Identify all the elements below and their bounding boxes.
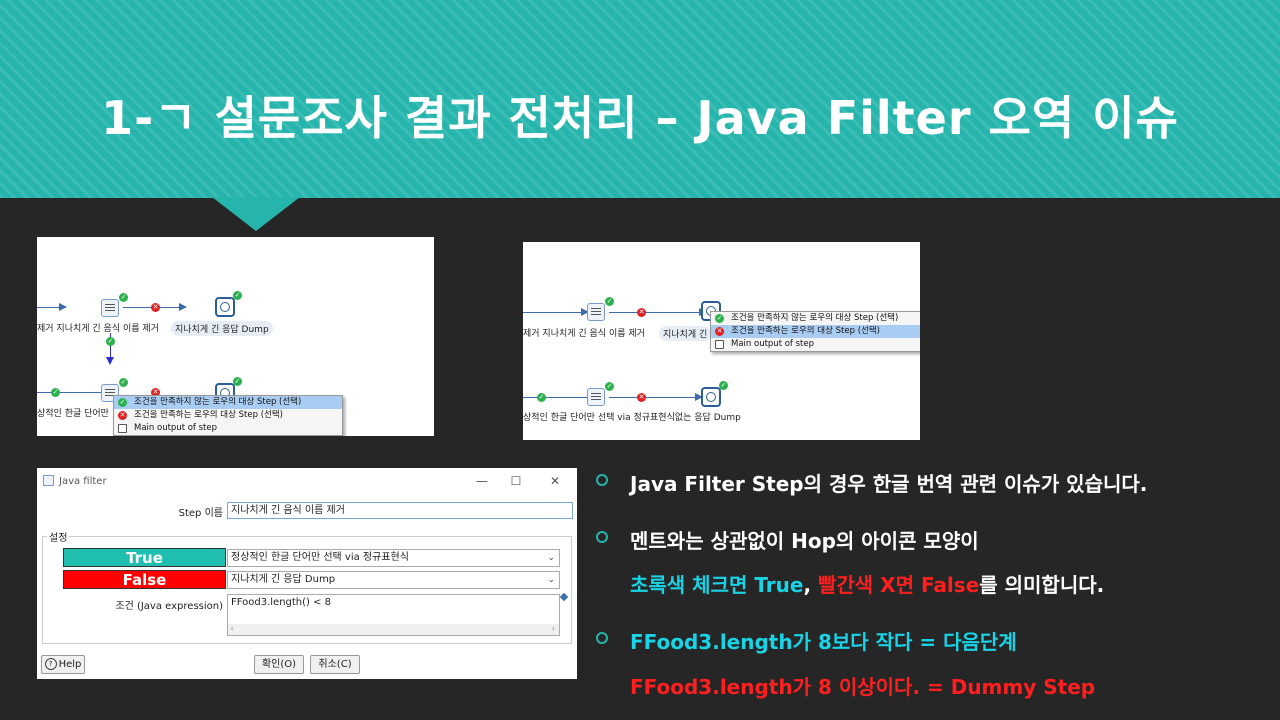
meaning-suffix-text: 를 의미합니다.	[979, 573, 1105, 597]
hop-arrow	[59, 303, 67, 311]
hop-line	[523, 397, 587, 398]
java-filter-dialog: Java filter — ☐ ✕ Step 이름 지나치게 긴 음식 이름 제…	[37, 468, 577, 679]
error-icon: ✕	[715, 327, 724, 336]
chevron-down-icon: ⌄	[547, 553, 555, 563]
menu-item-satisfy[interactable]: ✕ 조건을 만족하는 로우의 대상 Step (선택)	[114, 409, 342, 422]
true-hop-check-icon[interactable]: ✓	[106, 337, 115, 346]
hop-line	[523, 312, 587, 313]
hop-context-menu: ✓ 조건을 만족하지 않는 로우의 대상 Step (선택) ✕ 조건을 만족하…	[710, 311, 920, 352]
step-label: 제거 지나치게 긴 음식 이름 제거	[37, 324, 159, 334]
hop-line	[609, 312, 705, 313]
menu-item-label: Main output of step	[134, 423, 218, 433]
true-tag: True	[63, 548, 226, 567]
menu-item-not-satisfy[interactable]: ✓ 조건을 만족하지 않는 로우의 대상 Step (선택)	[711, 312, 920, 325]
screenshot-false-menu: ✓ ✕ 제거 지나치게 긴 음식 이름 제거 지나치게 긴 ✓ ✓ ✕ ✓ 상적…	[523, 242, 920, 440]
menu-item-main-output[interactable]: Main output of step	[711, 338, 920, 351]
minimize-icon[interactable]: —	[471, 472, 493, 490]
true-target-value: 정상적인 한글 단어만 선택 via 정규표현식	[231, 552, 409, 563]
true-meaning-text: 초록색 체크면 True	[630, 573, 804, 597]
bullet-2-line-1: 멘트와는 상관없이 Hop의 아이콘 모양이	[630, 529, 979, 553]
step-label: 지나치게 긴 응답 Dump	[171, 321, 273, 336]
java-filter-step-icon[interactable]	[101, 299, 119, 317]
help-icon: ?	[44, 658, 57, 670]
condition-label: 조건 (Java expression)	[115, 601, 223, 612]
step-label: 상적인 한글 단어만 선택 via 정규표현식없는 응답 Dump	[523, 413, 741, 423]
maximize-icon[interactable]: ☐	[505, 472, 527, 490]
dialog-title: Java filter	[59, 476, 107, 487]
output-icon	[715, 340, 724, 349]
help-button-label: Help	[58, 659, 82, 670]
chevron-down-icon: ⌄	[547, 575, 555, 585]
step-name-label: Step 이름	[178, 508, 223, 519]
hop-arrow	[106, 357, 114, 365]
menu-item-label: 조건을 만족하지 않는 로우의 대상 Step (선택)	[731, 313, 899, 323]
menu-item-label: 조건을 만족하는 로우의 대상 Step (선택)	[134, 410, 283, 420]
banner-pointer	[212, 197, 300, 231]
step-label: 지나치게 긴	[659, 326, 712, 341]
dump-step-icon[interactable]	[215, 297, 235, 317]
output-icon	[118, 424, 127, 433]
ok-badge-icon: ✓	[233, 377, 242, 386]
java-filter-icon	[43, 475, 54, 486]
false-meaning-text: 빨간색 X면 False	[818, 573, 980, 597]
false-target-value: 지나치게 긴 응답 Dump	[231, 574, 336, 585]
ok-button[interactable]: 확인(O)	[254, 655, 304, 674]
false-tag: False	[63, 570, 226, 589]
close-icon[interactable]: ✕	[544, 472, 566, 490]
settings-group-label: 설정	[47, 529, 70, 544]
menu-item-main-output[interactable]: Main output of step	[114, 422, 342, 435]
dump-step-icon[interactable]	[701, 387, 721, 407]
true-target-select[interactable]: 정상적인 한글 단어만 선택 via 정규표현식 ⌄	[227, 549, 560, 567]
hop-line	[37, 392, 101, 393]
bullet-1: Java Filter Step의 경우 한글 번역 관련 이슈가 있습니다.	[630, 472, 1148, 496]
step-label: 제거 지나치게 긴 음식 이름 제거	[523, 329, 645, 339]
step-label: 상적인 한글 단어만	[37, 409, 109, 419]
ok-badge-icon: ✓	[719, 381, 728, 390]
menu-item-not-satisfy[interactable]: ✓ 조건을 만족하지 않는 로우의 대상 Step (선택)	[114, 396, 342, 409]
help-button[interactable]: ? Help	[41, 655, 85, 674]
horizontal-scrollbar[interactable]: ‹ ›	[228, 624, 559, 635]
ok-badge-icon: ✓	[605, 297, 614, 306]
check-icon: ✓	[118, 398, 127, 407]
menu-item-label: 조건을 만족하는 로우의 대상 Step (선택)	[731, 326, 880, 336]
separator-text: ,	[803, 573, 818, 597]
ok-badge-icon: ✓	[605, 382, 614, 391]
false-hop-x-icon[interactable]: ✕	[637, 393, 646, 402]
hop-arrow	[179, 303, 187, 311]
step-name-input[interactable]: 지나치게 긴 음식 이름 제거	[227, 502, 573, 519]
condition-textarea[interactable]: FFood3.length() < 8 ‹ ›	[227, 594, 560, 636]
cancel-button[interactable]: 취소(C)	[310, 655, 360, 674]
ok-badge-icon: ✓	[537, 393, 546, 402]
bullet-circle-icon	[596, 531, 608, 543]
java-filter-step-icon[interactable]	[587, 388, 605, 406]
bullet-circle-icon	[596, 474, 608, 486]
menu-item-label: 조건을 만족하지 않는 로우의 대상 Step (선택)	[134, 397, 302, 407]
menu-item-label: Main output of step	[731, 339, 815, 349]
screenshot-true-menu: ✓ ✕ ✓ 제거 지나치게 긴 음식 이름 제거 지나치게 긴 응답 Dump …	[37, 237, 434, 436]
java-filter-step-icon[interactable]	[587, 303, 605, 321]
check-icon: ✓	[715, 314, 724, 323]
slide-title: 1-ㄱ 설문조사 결과 전처리 – Java Filter 오역 이슈	[101, 91, 1179, 145]
condition-value: FFood3.length() < 8	[231, 597, 332, 608]
ok-badge-icon: ✓	[119, 293, 128, 302]
false-hop-x-icon[interactable]: ✕	[637, 308, 646, 317]
hop-context-menu: ✓ 조건을 만족하지 않는 로우의 대상 Step (선택) ✕ 조건을 만족하…	[113, 395, 343, 436]
bullet-circle-icon	[596, 632, 608, 644]
hop-line	[609, 397, 701, 398]
error-icon: ✕	[118, 411, 127, 420]
ok-badge-icon: ✓	[119, 378, 128, 387]
ok-badge-icon: ✓	[51, 388, 60, 397]
bullet-2-line-2: 초록색 체크면 True, 빨간색 X면 False를 의미합니다.	[630, 569, 1104, 598]
ok-badge-icon: ✓	[233, 291, 242, 300]
menu-item-satisfy[interactable]: ✕ 조건을 만족하는 로우의 대상 Step (선택)	[711, 325, 920, 338]
bullet-3-line-2: FFood3.length가 8 이상이다. = Dummy Step	[630, 675, 1096, 699]
bullet-3-line-1: FFood3.length가 8보다 작다 = 다음단계	[630, 630, 1017, 654]
false-hop-x-icon[interactable]: ✕	[151, 303, 160, 312]
false-target-select[interactable]: 지나치게 긴 응답 Dump ⌄	[227, 571, 560, 589]
